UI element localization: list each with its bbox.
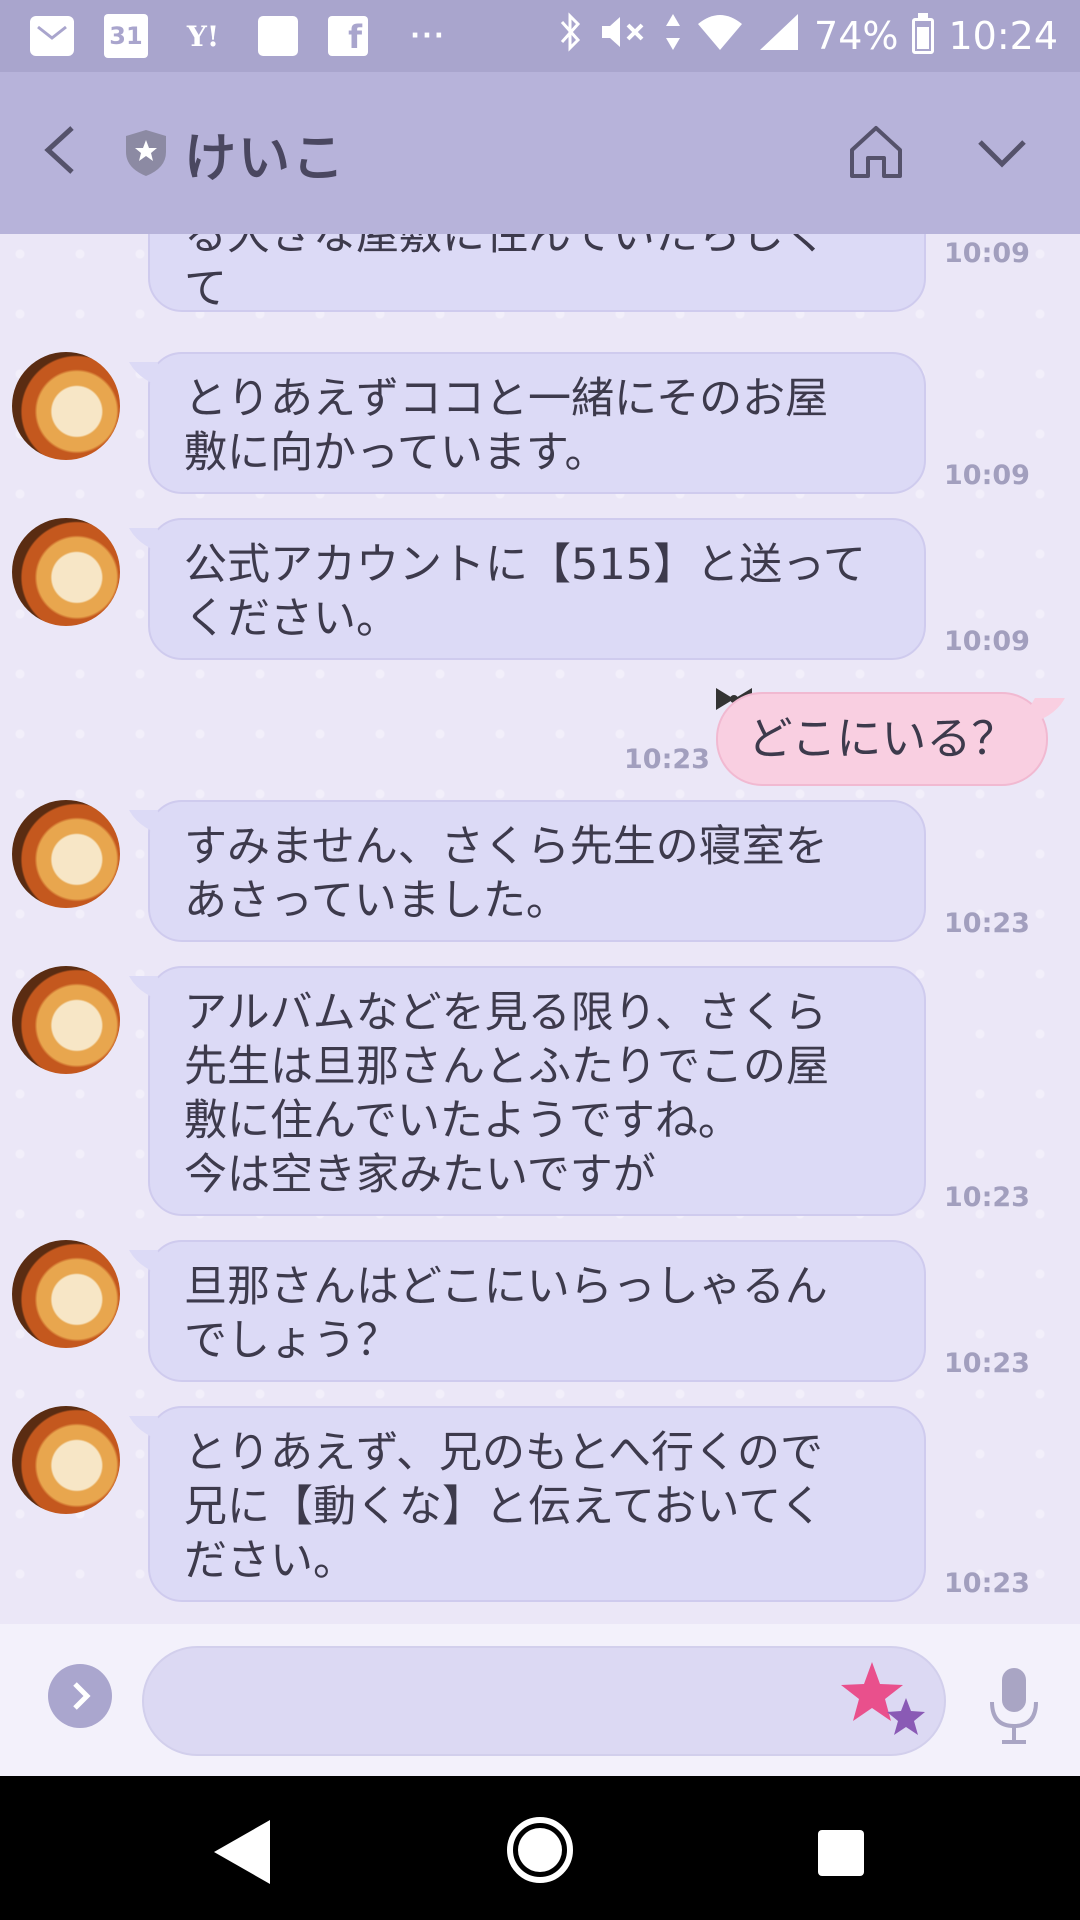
chat-title: けいこ xyxy=(184,129,347,189)
wifi-icon xyxy=(696,12,744,61)
message-bubble[interactable]: とりあえずココと一緒にそのお屋 敷に向かっています。 xyxy=(148,352,926,494)
clock: 10:24 xyxy=(948,14,1058,58)
mute-icon xyxy=(598,12,650,61)
microphone-icon[interactable] xyxy=(986,1666,1042,1746)
official-shield-icon xyxy=(124,128,168,178)
notification-icons: 31 Y! f ··· xyxy=(30,12,458,60)
battery-percent: 74% xyxy=(814,14,899,58)
avatar[interactable] xyxy=(12,966,120,1074)
message-bubble[interactable]: 公式アカウントに【515】と送って ください。 xyxy=(148,518,926,660)
message-time: 10:23 xyxy=(944,1568,1030,1599)
message-list[interactable]: る大きな屋敷に住んでいたらしく て 10:09 とりあえずココと一緒にそのお屋 … xyxy=(0,234,1080,1624)
avatar[interactable] xyxy=(12,1240,120,1348)
system-status: 74% 10:24 xyxy=(558,10,1058,62)
message-time: 10:09 xyxy=(944,238,1030,269)
avatar[interactable] xyxy=(12,800,120,908)
nav-back-icon[interactable] xyxy=(210,1816,274,1888)
square-icon xyxy=(258,16,298,56)
signal-icon xyxy=(758,12,800,61)
message-bubble[interactable]: 旦那さんはどこにいらっしゃるん でしょう？ xyxy=(148,1240,926,1382)
message-time: 10:23 xyxy=(944,908,1030,939)
facebook-icon: f xyxy=(328,16,368,56)
message-time: 10:23 xyxy=(944,1348,1030,1379)
message-time: 10:09 xyxy=(944,460,1030,491)
calendar-icon: 31 xyxy=(104,14,148,58)
message-bubble[interactable]: すみません、さくら先生の寝室を あさっていました。 xyxy=(148,800,926,942)
back-button[interactable] xyxy=(36,120,86,180)
system-nav-bar xyxy=(0,1776,1080,1920)
message-bubble[interactable]: アルバムなどを見る限り、さくら 先生は旦那さんとふたりでこの屋 敷に住んでいたよ… xyxy=(148,966,926,1216)
message-bubble[interactable]: とりあえず、兄のもとへ行くので 兄に【動くな】と伝えておいてく ださい。 xyxy=(148,1406,926,1602)
message-time: 10:09 xyxy=(944,626,1030,657)
message-input[interactable] xyxy=(184,1670,824,1734)
status-bar: 31 Y! f ··· 74% 10:24 xyxy=(0,0,1080,72)
nav-recents-icon[interactable] xyxy=(818,1830,864,1876)
data-arrows-icon xyxy=(664,12,682,61)
avatar[interactable] xyxy=(12,352,120,460)
sticker-icon[interactable] xyxy=(840,1658,930,1744)
avatar[interactable] xyxy=(12,1406,120,1514)
battery-fill xyxy=(917,26,930,49)
avatar[interactable] xyxy=(12,518,120,626)
chevron-down-icon[interactable] xyxy=(974,132,1030,172)
battery-icon xyxy=(912,13,935,54)
message-field[interactable] xyxy=(142,1646,946,1756)
nav-home-icon[interactable] xyxy=(504,1814,576,1886)
input-bar xyxy=(0,1624,1080,1776)
bluetooth-icon xyxy=(558,11,584,61)
message-time: 10:23 xyxy=(624,744,710,775)
more-icon: ··· xyxy=(410,21,446,51)
home-icon[interactable] xyxy=(846,124,906,180)
expand-button[interactable] xyxy=(48,1664,112,1728)
chat-header: けいこ xyxy=(0,72,1080,234)
message-bubble-mine[interactable]: どこにいる？ xyxy=(716,692,1048,786)
yahoo-icon: Y! xyxy=(186,19,220,53)
message-time: 10:23 xyxy=(944,1182,1030,1213)
mail-icon xyxy=(30,16,74,56)
message-bubble[interactable]: る大きな屋敷に住んでいたらしく て xyxy=(148,234,926,314)
